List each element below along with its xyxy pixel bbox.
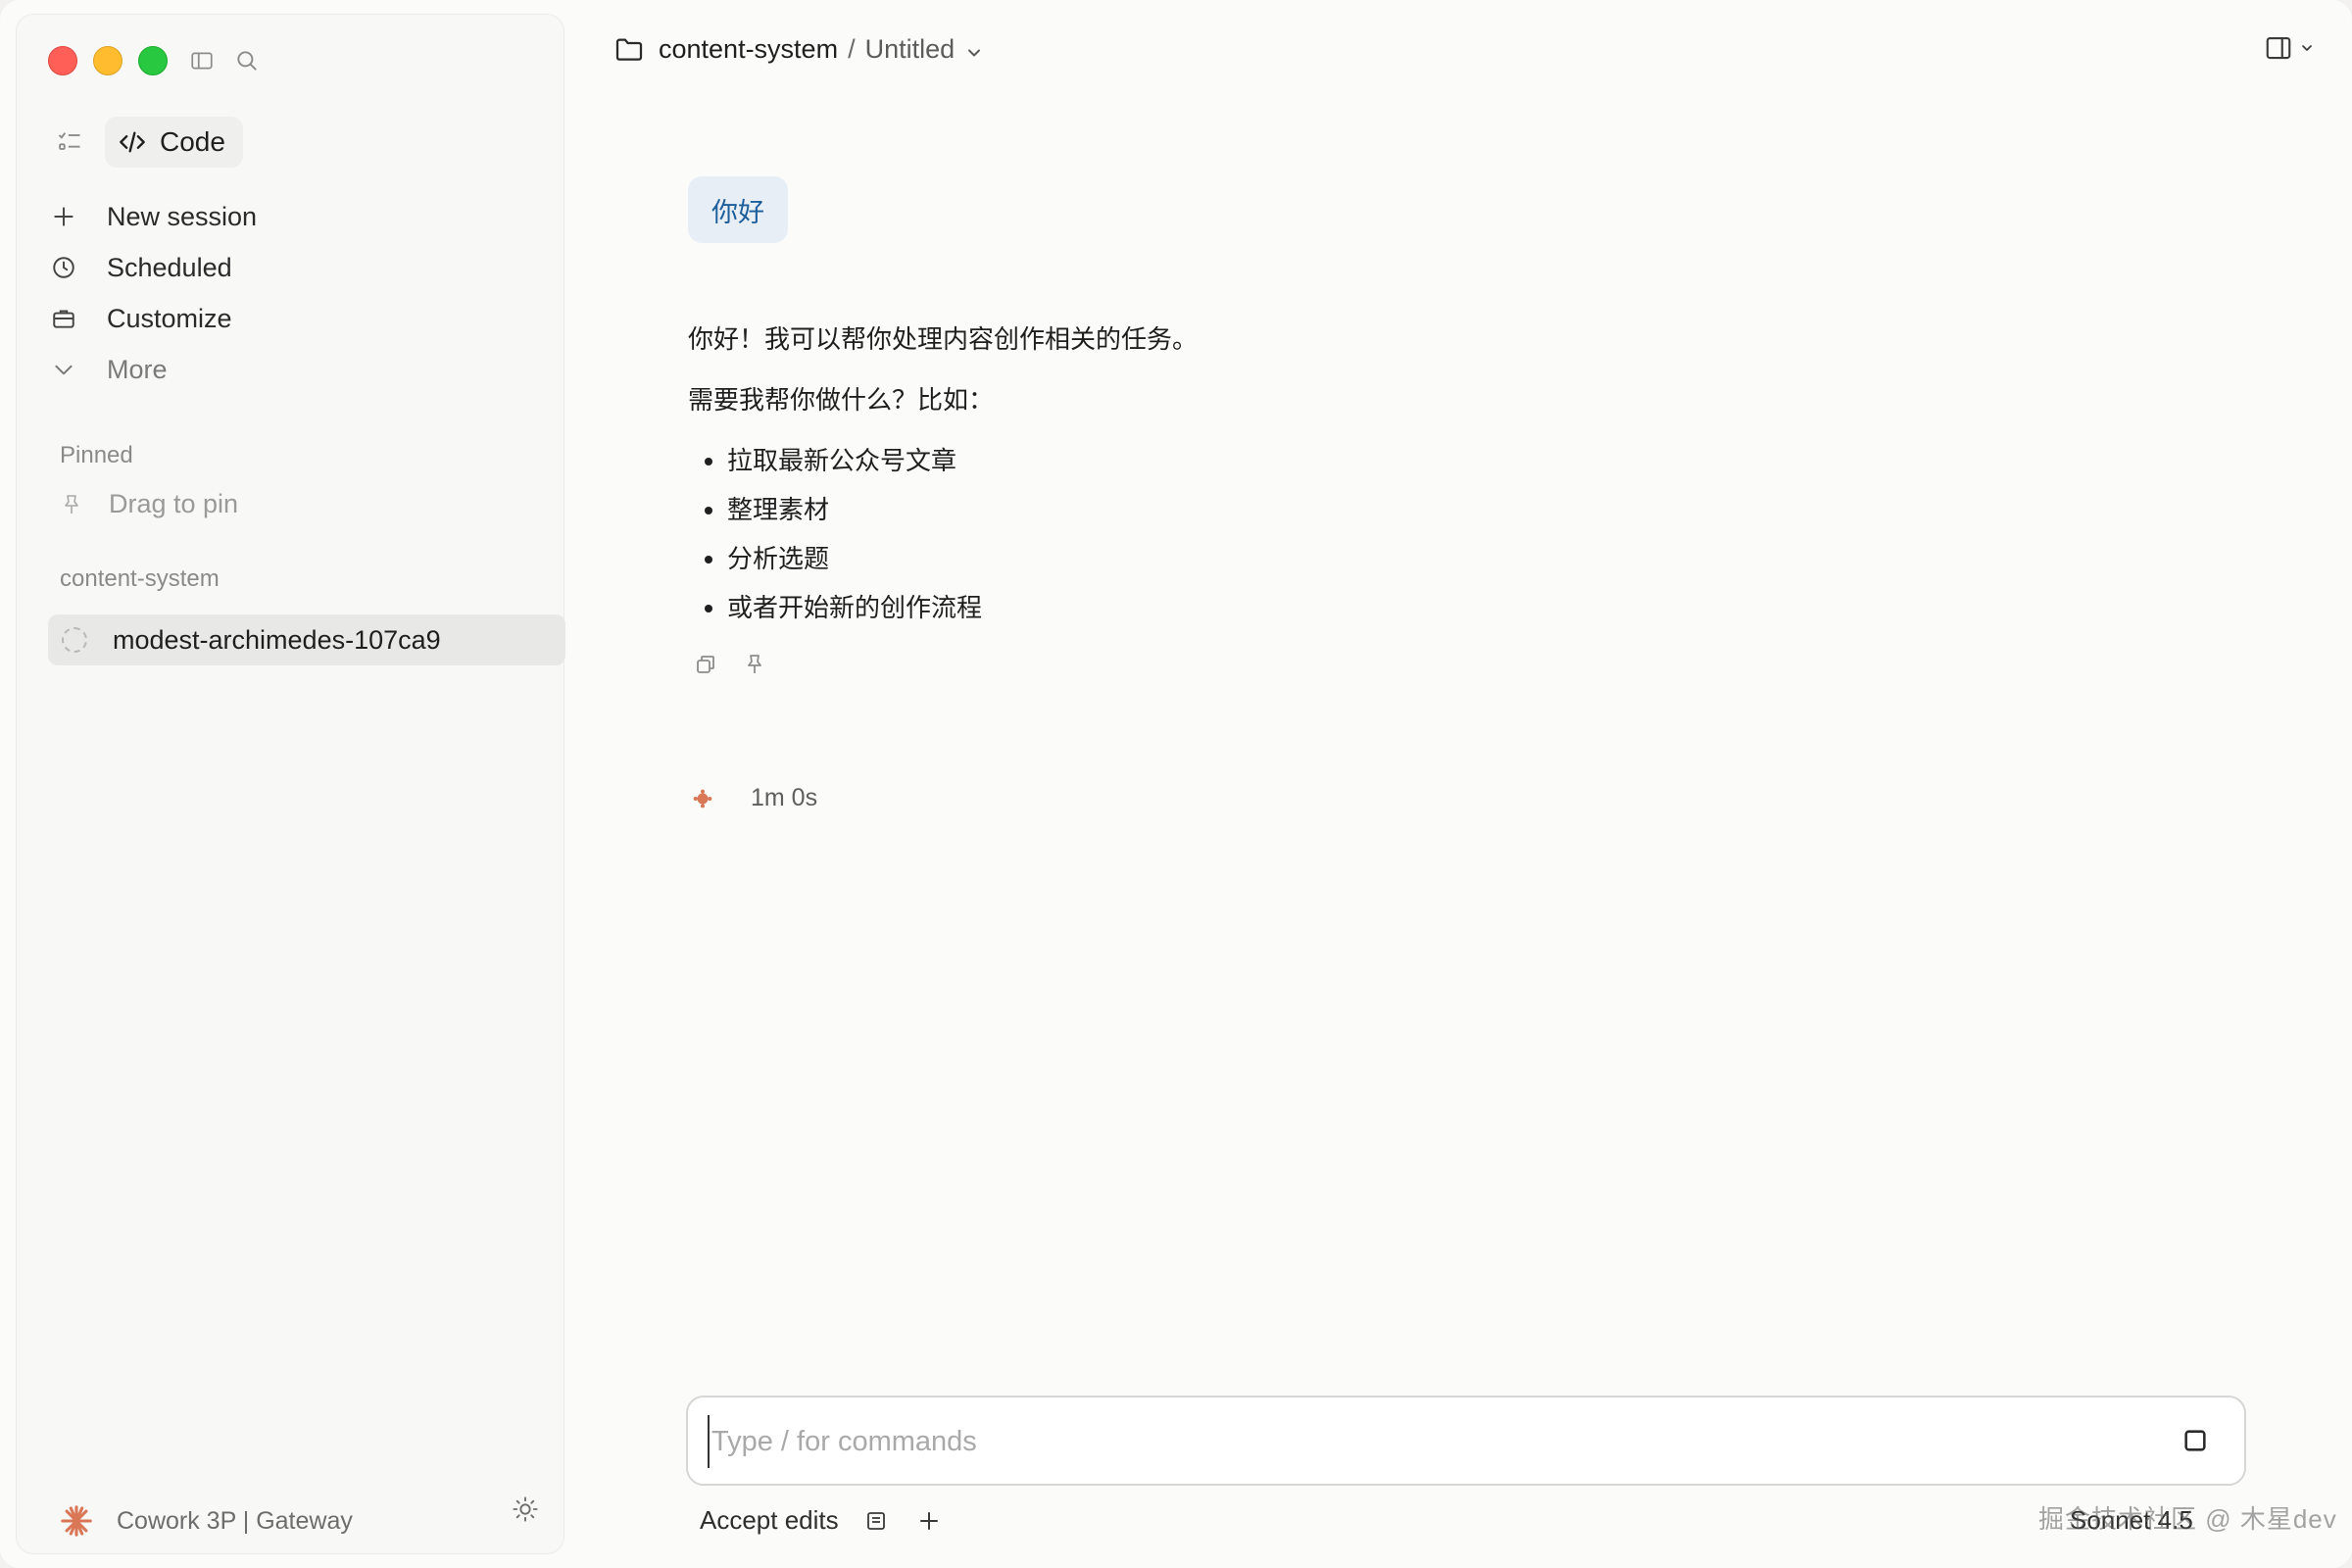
scheduled-label: Scheduled bbox=[107, 252, 232, 282]
message-actions bbox=[694, 653, 766, 676]
user-message: 你好 bbox=[688, 176, 788, 243]
new-session-button[interactable]: New session bbox=[46, 191, 556, 242]
list-item: 或者开始新的创作流程 bbox=[727, 590, 2158, 625]
search-icon[interactable] bbox=[234, 48, 260, 74]
pin-hint-label: Drag to pin bbox=[109, 489, 239, 518]
assistant-message: 你好！我可以帮你处理内容创作相关的任务。 需要我帮你做什么？比如： 拉取最新公众… bbox=[688, 321, 2158, 639]
more-button[interactable]: More bbox=[46, 344, 556, 395]
accept-edits-button[interactable]: Accept edits bbox=[700, 1505, 839, 1536]
title-chevron-down-icon[interactable] bbox=[964, 39, 984, 59]
account-label: Cowork 3P | Gateway bbox=[117, 1506, 353, 1535]
clock-icon bbox=[46, 250, 81, 285]
customize-label: Customize bbox=[107, 303, 232, 333]
copy-icon[interactable] bbox=[694, 653, 717, 676]
tasks-icon[interactable] bbox=[46, 119, 93, 166]
briefcase-icon bbox=[46, 301, 81, 336]
sidebar: Code New session Scheduled Customize Mor… bbox=[16, 14, 565, 1554]
code-mode-label: Code bbox=[160, 126, 225, 157]
list-item: 分析选题 bbox=[727, 541, 2158, 576]
stop-button[interactable] bbox=[2181, 1427, 2209, 1454]
pin-icon bbox=[65, 494, 78, 514]
scheduled-button[interactable]: Scheduled bbox=[46, 242, 556, 293]
sidebar-nav: New session Scheduled Customize More bbox=[46, 191, 556, 395]
stop-icon bbox=[2184, 1430, 2206, 1451]
assistant-question: 需要我帮你做什么？比如： bbox=[688, 385, 995, 415]
suggestion-list: 拉取最新公众号文章 整理素材 分析选题 或者开始新的创作流程 bbox=[688, 443, 2158, 625]
loading-spinner-icon bbox=[62, 627, 87, 653]
list-item: 整理素材 bbox=[727, 492, 2158, 527]
more-label: More bbox=[107, 354, 168, 384]
session-name: modest-archimedes-107ca9 bbox=[113, 624, 441, 655]
theme-toggle-icon[interactable] bbox=[512, 1495, 539, 1523]
thinking-indicator-icon bbox=[692, 788, 713, 809]
list-item: 拉取最新公众号文章 bbox=[727, 443, 2158, 478]
session-title[interactable]: Untitled bbox=[865, 34, 956, 65]
watermark: 掘金技术社区 @ 木星dev bbox=[2038, 1504, 2337, 1534]
pin-drop-zone[interactable]: Drag to pin bbox=[60, 489, 238, 519]
customize-button[interactable]: Customize bbox=[46, 293, 556, 344]
zoom-window-button[interactable] bbox=[138, 46, 168, 75]
chevron-down-icon bbox=[46, 352, 81, 387]
composer bbox=[686, 1396, 2246, 1486]
account-switcher[interactable]: Cowork 3P | Gateway bbox=[60, 1504, 560, 1538]
composer-toolbar: Accept edits bbox=[700, 1505, 970, 1536]
pin-message-icon[interactable] bbox=[743, 653, 766, 676]
document-icon[interactable] bbox=[864, 1509, 888, 1533]
session-item-active[interactable]: modest-archimedes-107ca9 bbox=[48, 614, 565, 665]
breadcrumb-separator: / bbox=[848, 33, 856, 64]
breadcrumb: content-system / Untitled bbox=[613, 29, 984, 69]
elapsed-time: 1m 0s bbox=[751, 784, 818, 811]
assistant-greeting: 你好！我可以帮你处理内容创作相关的任务。 bbox=[688, 324, 1199, 354]
mode-switcher: Code bbox=[46, 117, 243, 168]
prompt-input[interactable] bbox=[708, 1415, 2164, 1468]
sidebar-toggle-icon[interactable] bbox=[189, 48, 215, 74]
minimize-window-button[interactable] bbox=[93, 46, 122, 75]
project-section-label: content-system bbox=[60, 565, 220, 592]
right-panel-icon bbox=[2266, 36, 2291, 60]
code-mode-button[interactable]: Code bbox=[105, 117, 243, 168]
close-window-button[interactable] bbox=[48, 46, 77, 75]
generation-status: 1m 0s bbox=[692, 784, 817, 812]
code-icon bbox=[120, 131, 145, 153]
folder-icon bbox=[613, 33, 645, 65]
claude-logo-icon bbox=[60, 1504, 93, 1538]
app-window: Code New session Scheduled Customize Mor… bbox=[0, 0, 2352, 1568]
pinned-section-label: Pinned bbox=[60, 442, 133, 468]
panel-toggle-button[interactable] bbox=[2264, 33, 2315, 63]
add-attachment-icon[interactable] bbox=[917, 1509, 941, 1533]
new-session-label: New session bbox=[107, 201, 258, 231]
breadcrumb-project[interactable]: content-system bbox=[659, 34, 838, 65]
plus-icon bbox=[46, 199, 81, 234]
panel-chevron-down-icon bbox=[2302, 45, 2312, 51]
